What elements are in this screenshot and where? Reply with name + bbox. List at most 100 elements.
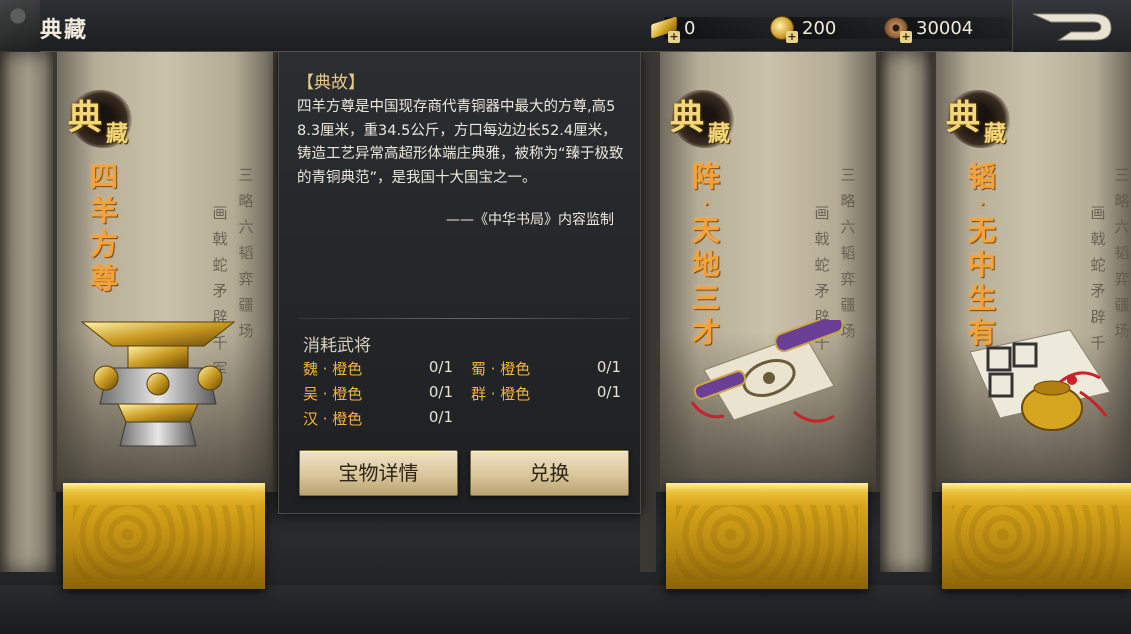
requirement-name: 蜀 · 橙色 [471, 360, 531, 378]
poem-char: 戟 [1090, 230, 1106, 248]
title-char: 生 [967, 282, 996, 315]
resource-gold-coin[interactable]: + 200 [768, 14, 902, 43]
collection-badge-icon: 典 藏 [668, 86, 738, 156]
scroll-icon[interactable] [684, 320, 850, 430]
poem-char: 矛 [1090, 282, 1106, 300]
character-portrait-icon [0, 0, 40, 52]
poem-char: 三 [1114, 166, 1130, 184]
badge-char-1: 典 [68, 98, 102, 138]
exhibit-title-1: 四 羊 方 尊 [88, 160, 120, 296]
pedestal-pattern [676, 505, 858, 579]
title-char: 阵 [691, 160, 720, 193]
requirement-name: 吴 · 橙色 [303, 385, 363, 403]
collection-badge-icon: 典 藏 [66, 86, 136, 156]
title-char: 方 [89, 228, 118, 261]
badge-char-2: 藏 [708, 121, 731, 147]
poem-char: 韬 [238, 244, 254, 262]
poem-char: 六 [238, 218, 254, 236]
resource-copper-coin[interactable]: + 30004 [882, 14, 1016, 43]
poem-char: 韬 [840, 244, 856, 262]
title-separator: · [979, 194, 985, 213]
allusion-heading: 【典故】 [297, 73, 365, 93]
title-char: 羊 [89, 194, 118, 227]
page-title: 典藏 [40, 18, 89, 43]
title-char: 四 [89, 160, 118, 193]
back-button[interactable] [1012, 0, 1131, 52]
requirement-item: 吴 · 橙色 0/1 [303, 383, 453, 405]
requirement-count: 0/1 [596, 383, 621, 401]
poem-char: 戟 [814, 230, 830, 248]
title-char: 无 [967, 214, 996, 247]
plus-icon[interactable]: + [786, 31, 798, 43]
return-arrow-icon [1032, 13, 1112, 41]
poem-char: 戟 [212, 230, 228, 248]
treasure-details-button[interactable]: 宝物详情 [299, 450, 458, 496]
pedestal-3 [942, 483, 1131, 589]
poem-column-2a: 三 略 六 韬 弈 疆 场 [838, 162, 858, 344]
collection-badge-icon: 典 藏 [944, 86, 1014, 156]
pedestal-pattern [73, 505, 255, 579]
poem-char: 画 [814, 204, 830, 222]
requirement-item: 魏 · 橙色 0/1 [303, 358, 453, 380]
title-char: 尊 [89, 262, 118, 295]
requirement-count: 0/1 [428, 358, 453, 376]
badge-char-1: 典 [946, 98, 980, 138]
requirement-count: 0/1 [428, 408, 453, 426]
poem-char: 疆 [840, 296, 856, 314]
floor-reflection [0, 585, 1131, 634]
poem-char: 略 [840, 192, 856, 210]
top-bar: 典藏 + 0 + 200 + 30004 [0, 0, 1131, 52]
pillar-middle [880, 52, 932, 572]
poem-char: 矛 [814, 282, 830, 300]
poem-char: 蛇 [212, 256, 228, 274]
requirement-item: 群 · 橙色 0/1 [471, 383, 621, 405]
title-char: 韬 [967, 160, 996, 193]
plus-icon[interactable]: + [900, 31, 912, 43]
poem-char: 三 [238, 166, 254, 184]
requirement-item: 汉 · 橙色 0/1 [303, 408, 453, 430]
poem-char: 略 [238, 192, 254, 210]
poem-char: 弈 [1114, 270, 1130, 288]
requirement-name: 群 · 橙色 [471, 385, 531, 403]
exchange-button[interactable]: 兑换 [470, 450, 629, 496]
badge-char-1: 典 [670, 98, 704, 138]
plus-icon[interactable]: + [668, 31, 680, 43]
requirement-name: 魏 · 橙色 [303, 360, 363, 378]
consume-heading: 消耗武将 [303, 336, 371, 356]
gold-coin-count: 200 [802, 17, 837, 39]
pillar-left [0, 52, 56, 572]
gold-coin-icon: + [768, 14, 798, 43]
resource-gold-ingot[interactable]: + 0 [650, 14, 784, 43]
title-char: 三 [691, 282, 720, 315]
poem-char: 蛇 [1090, 256, 1106, 274]
title-char: 天 [691, 214, 720, 247]
poem-char: 弈 [840, 270, 856, 288]
copper-coin-icon: + [882, 14, 912, 43]
pedestal-1 [63, 483, 265, 589]
allusion-text: 四羊方尊是中国现存商代青铜器中最大的方尊,高58.3厘米，重34.5公斤，方口每… [297, 99, 624, 186]
scroll-pouch-icon[interactable] [960, 322, 1116, 434]
poem-char: 韬 [1114, 244, 1130, 262]
poem-char: 矛 [212, 282, 228, 300]
poem-char: 画 [212, 204, 228, 222]
poem-column-1a: 三 略 六 韬 弈 疆 场 [236, 162, 256, 344]
poem-column-3a: 三 略 六 韬 弈 疆 场 [1112, 162, 1131, 344]
poem-char: 疆 [1114, 296, 1130, 314]
gold-ingot-count: 0 [684, 17, 696, 39]
panel-divider [299, 318, 629, 319]
title-char: 地 [691, 248, 720, 281]
pillar-divider [640, 52, 656, 572]
poem-char: 场 [238, 322, 254, 340]
badge-char-2: 藏 [106, 121, 129, 147]
poem-char: 疆 [238, 296, 254, 314]
gold-ingot-icon: + [650, 14, 680, 43]
requirement-name: 汉 · 橙色 [303, 410, 363, 428]
poem-char: 六 [1114, 218, 1130, 236]
poem-char: 六 [840, 218, 856, 236]
poem-char: 画 [1090, 204, 1106, 222]
badge-char-2: 藏 [984, 121, 1007, 147]
bronze-vessel-icon[interactable] [78, 312, 238, 452]
poem-char: 三 [840, 166, 856, 184]
poem-char: 弈 [238, 270, 254, 288]
title-separator: · [703, 194, 709, 213]
